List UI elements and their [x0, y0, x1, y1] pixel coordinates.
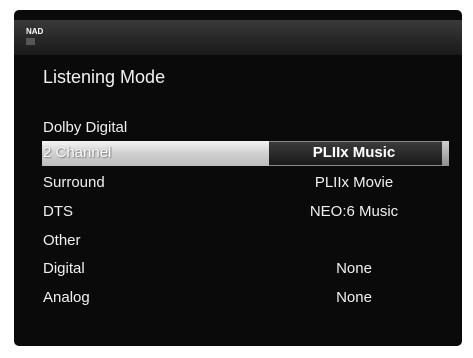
menu-item-value: PLIIx Movie	[314, 174, 394, 191]
menu-item-label: Dolby Digital	[43, 119, 128, 136]
menu-item-label: Surround	[43, 174, 105, 191]
menu-item-value: None	[336, 289, 372, 306]
page-title: Listening Mode	[43, 67, 166, 87]
menu-item-analog[interactable]: Analog None	[14, 286, 462, 311]
menu-item-2-channel[interactable]: 2 Channel PLIIx Music	[14, 141, 462, 166]
brand-logo: NAD	[26, 27, 44, 36]
menu-item-label: 2 Channel	[43, 144, 112, 161]
menu-item-value: NEO:6 Music	[309, 203, 399, 220]
menu-item-label: DTS	[43, 203, 73, 220]
menu-item-value: None	[336, 260, 372, 277]
menu-item-surround[interactable]: Surround PLIIx Movie	[14, 171, 462, 196]
menu-item-dts[interactable]: DTS NEO:6 Music	[14, 200, 462, 225]
menu-item-label: Other	[43, 232, 81, 249]
menu-item-label: Analog	[43, 289, 90, 306]
menu-item-other[interactable]: Other	[14, 229, 462, 254]
menu-item-value[interactable]: PLIIx Music	[274, 144, 434, 161]
selection-endcap	[442, 141, 449, 166]
brand-logo-mark	[26, 38, 35, 45]
menu-item-dolby-digital[interactable]: Dolby Digital	[14, 116, 462, 141]
header-bar	[14, 20, 462, 55]
menu-item-digital[interactable]: Digital None	[14, 257, 462, 282]
tv-screen: NAD Listening Mode Dolby Digital 2 Chann…	[14, 10, 462, 346]
menu-item-label: Digital	[43, 260, 85, 277]
